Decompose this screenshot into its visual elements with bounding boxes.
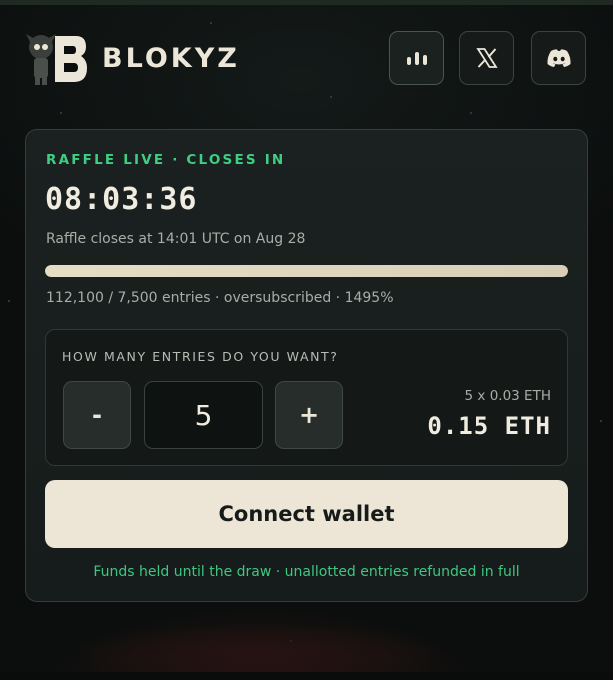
x-logo-icon (475, 48, 498, 68)
price-calculation: 5 x 0.03 ETH (464, 388, 551, 404)
refund-note: Funds held until the draw · unallotted e… (93, 564, 520, 580)
star (330, 96, 332, 98)
quantity-panel: HOW MANY ENTRIES DO YOU WANT? - 5 + 5 x … (45, 329, 568, 466)
brand-name: BLOKYZ (102, 42, 240, 74)
star (600, 420, 602, 422)
connect-wallet-button[interactable]: Connect wallet (45, 480, 568, 548)
raffle-card: RAFFLE LIVE · CLOSES IN 08:03:36 Raffle … (25, 129, 588, 602)
bottom-border (0, 672, 613, 680)
top-border (0, 0, 613, 5)
star (470, 112, 472, 114)
close-time: Raffle closes at 14:01 UTC on Aug 28 (46, 231, 306, 247)
total-price: 0.15 ETH (427, 412, 551, 440)
blokyz-logo-icon (26, 34, 87, 85)
quantity-input[interactable]: 5 (144, 381, 263, 449)
countdown-timer: 08:03:36 (45, 182, 198, 217)
bar-chart-icon (406, 52, 427, 65)
brand-logo[interactable]: BLOKYZ (24, 30, 240, 86)
quantity-label: HOW MANY ENTRIES DO YOU WANT? (62, 349, 339, 364)
discord-button[interactable] (531, 31, 586, 85)
page: BLOKYZ RAFFLE LIVE · CLOSES IN 08:03:36 … (0, 0, 613, 680)
progress-bar (45, 265, 568, 277)
progress-bar-fill (45, 265, 568, 277)
increment-button[interactable]: + (275, 381, 343, 449)
raffle-status: RAFFLE LIVE · CLOSES IN (46, 152, 286, 168)
entries-summary: 112,100 / 7,500 entries · oversubscribed… (46, 290, 394, 306)
star (210, 22, 212, 24)
stats-button[interactable] (389, 31, 444, 85)
star (8, 300, 10, 302)
star (60, 112, 62, 114)
discord-icon (546, 49, 571, 67)
decrement-button[interactable]: - (63, 381, 131, 449)
x-button[interactable] (459, 31, 514, 85)
